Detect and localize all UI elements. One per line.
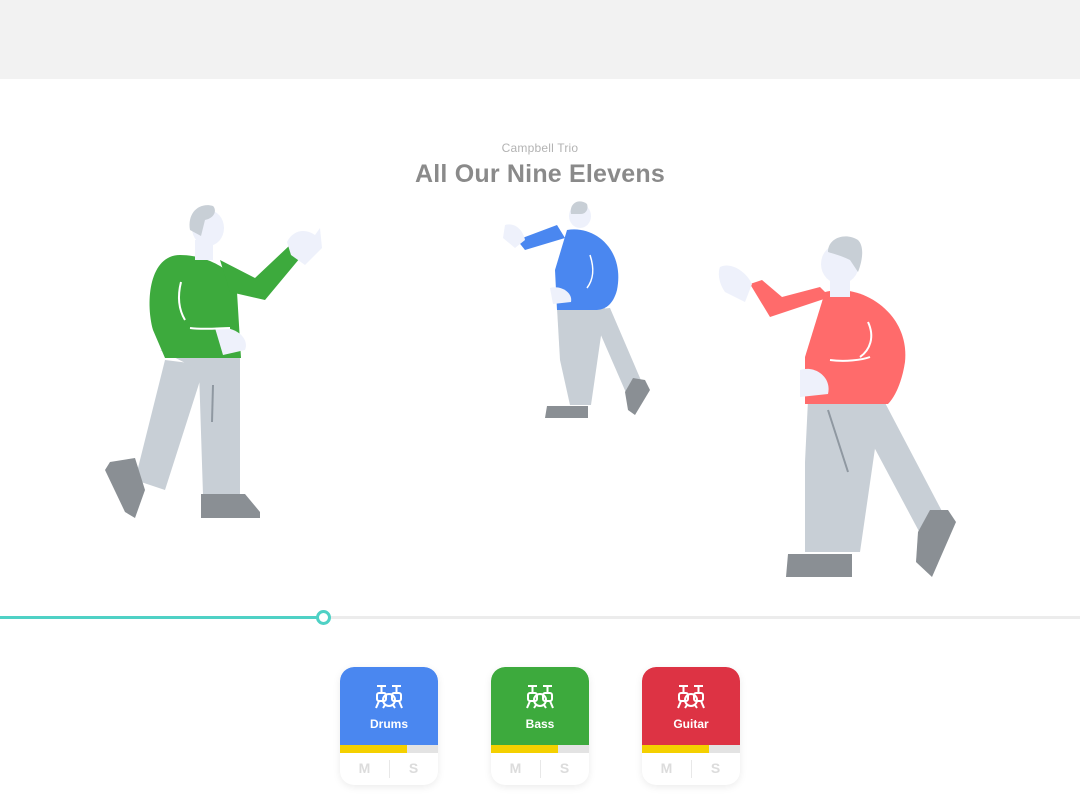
track-toggle-drums[interactable]: Drums — [340, 667, 438, 745]
solo-button-bass[interactable]: S — [540, 755, 589, 785]
guitar-musician-illustration — [718, 236, 956, 577]
timeline-scrubber-handle[interactable] — [315, 610, 331, 625]
track-card-guitar: Guitar M S — [642, 667, 740, 785]
mute-button-bass[interactable]: M — [491, 755, 540, 785]
drum-kit-icon — [526, 685, 554, 709]
volume-fill-drums — [340, 745, 407, 753]
volume-bar-bass[interactable] — [491, 745, 589, 753]
timeline-progress-fill — [0, 616, 323, 619]
volume-fill-bass — [491, 745, 558, 753]
track-card-bass: Bass M S — [491, 667, 589, 785]
mute-button-guitar[interactable]: M — [642, 755, 691, 785]
track-toggle-guitar[interactable]: Guitar — [642, 667, 740, 745]
track-card-drums: Drums M S — [340, 667, 438, 785]
track-list: Drums M S Bass M S Guitar M S — [340, 667, 750, 787]
song-artist: Campbell Trio — [501, 141, 579, 155]
bass-musician-illustration — [503, 201, 650, 418]
track-name-drums: Drums — [369, 717, 408, 731]
track-name-guitar: Guitar — [673, 717, 709, 731]
drums-musician-illustration — [105, 205, 322, 518]
drum-kit-icon — [677, 685, 705, 709]
volume-bar-guitar[interactable] — [642, 745, 740, 753]
volume-fill-guitar — [642, 745, 709, 753]
track-toggle-bass[interactable]: Bass — [491, 667, 589, 745]
solo-button-guitar[interactable]: S — [691, 755, 740, 785]
playback-timeline[interactable] — [0, 610, 1080, 626]
song-title: All Our Nine Elevens — [415, 160, 665, 188]
volume-bar-drums[interactable] — [340, 745, 438, 753]
track-name-bass: Bass — [525, 717, 555, 731]
solo-button-drums[interactable]: S — [389, 755, 438, 785]
mute-button-drums[interactable]: M — [340, 755, 389, 785]
top-bar — [0, 0, 1080, 79]
drum-kit-icon — [375, 685, 403, 709]
